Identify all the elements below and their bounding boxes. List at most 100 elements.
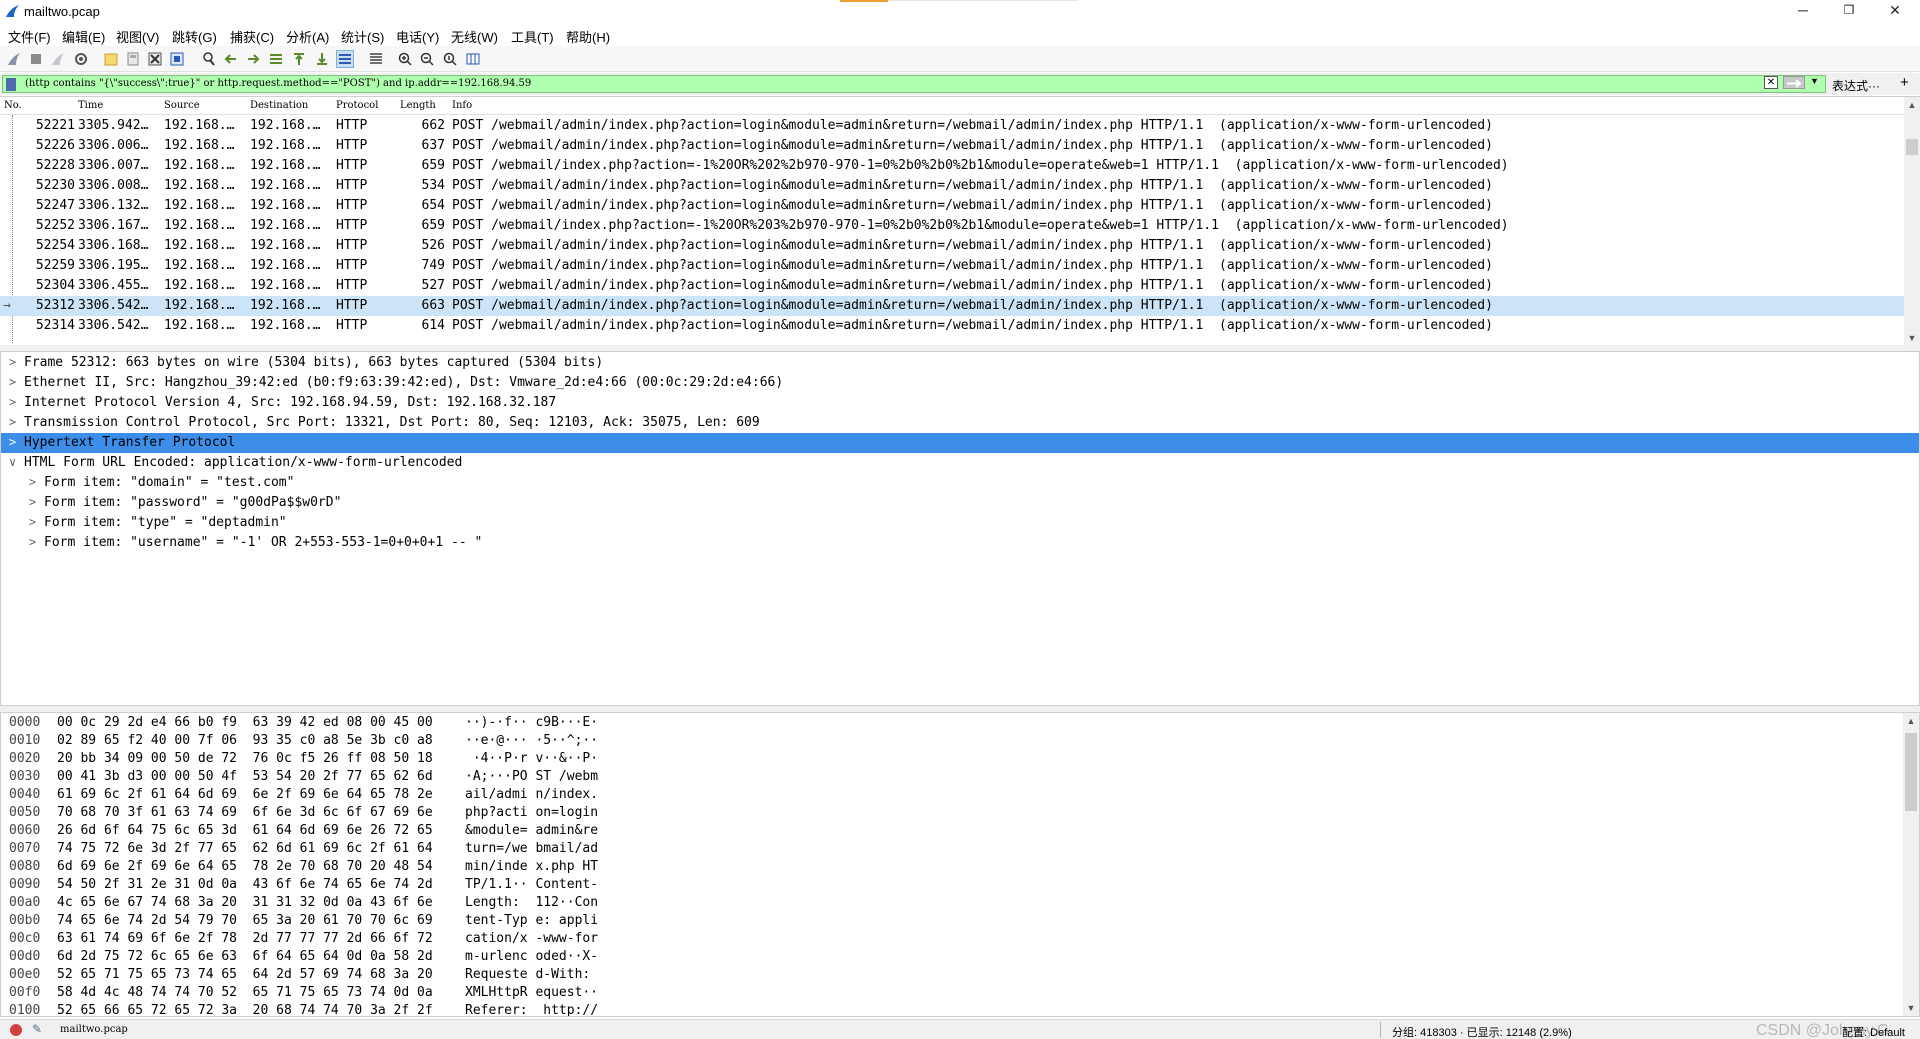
tree-child-item[interactable]: > Form item: "domain" = "test.com" <box>1 473 1919 493</box>
scroll-thumb[interactable] <box>1905 733 1917 811</box>
tree-protocol-item[interactable]: > Frame 52312: 663 bytes on wire (5304 bi… <box>1 353 1919 373</box>
menu-telephony[interactable]: 电话(Y) <box>396 27 439 46</box>
packet-row[interactable]: 52254 3306.168… 192.168.… 192.168.… HTTP 526 P… <box>0 236 1904 256</box>
restart-icon[interactable] <box>49 50 67 68</box>
tree-protocol-item[interactable]: > Hypertext Transfer Protocol <box>1 433 1919 453</box>
bytes-scrollbar[interactable]: ▲ ▼ <box>1903 713 1919 1016</box>
cell-source: 192.168.… <box>164 158 235 173</box>
minimize-button[interactable]: ─ <box>1780 0 1826 22</box>
packet-row[interactable]: 52259 3306.195… 192.168.… 192.168.… HTTP 749 P… <box>0 256 1904 276</box>
add-filter-button[interactable]: + <box>1900 74 1909 91</box>
tree-child-item[interactable]: > Form item: "username" = "-1' OR 2+553-5… <box>1 533 1919 553</box>
close-button[interactable]: ✕ <box>1872 0 1918 22</box>
expand-arrow-icon[interactable]: > <box>9 415 16 429</box>
packet-row[interactable]: → 52312 3306.542… 192.168.… 192.168.… HTTP 663… <box>0 296 1904 316</box>
expand-arrow-icon[interactable]: > <box>9 395 16 409</box>
expand-arrow-icon[interactable]: > <box>9 435 16 449</box>
column-header-length[interactable]: Length <box>400 100 436 111</box>
collapse-arrow-icon[interactable]: ∨ <box>9 455 16 469</box>
menu-file[interactable]: 文件(F) <box>8 27 51 46</box>
expand-arrow-icon[interactable]: > <box>9 355 16 369</box>
filter-expression-text[interactable]: (http contains "{\"success\":true}" or h… <box>25 78 531 89</box>
tree-protocol-item[interactable]: > Transmission Control Protocol, Src Port… <box>1 413 1919 433</box>
packet-row[interactable]: 52252 3306.167… 192.168.… 192.168.… HTTP 659 P… <box>0 216 1904 236</box>
expand-arrow-icon[interactable]: > <box>29 535 36 549</box>
restore-button[interactable]: ❐ <box>1826 0 1872 22</box>
colorize-icon[interactable] <box>367 50 385 68</box>
edit-comment-icon[interactable]: ✎ <box>32 1022 42 1036</box>
autoscroll-icon[interactable] <box>336 50 354 68</box>
tree-protocol-item[interactable]: ∨ HTML Form URL Encoded: application/x-ww… <box>1 453 1919 473</box>
resize-columns-icon[interactable] <box>464 50 482 68</box>
expand-arrow-icon[interactable]: > <box>29 515 36 529</box>
hex-ascii: turn=/we bmail/ad <box>465 841 599 856</box>
goto-packet-icon[interactable] <box>267 50 285 68</box>
packet-row[interactable]: 52228 3306.007… 192.168.… 192.168.… HTTP 659 P… <box>0 156 1904 176</box>
tree-protocol-item[interactable]: > Internet Protocol Version 4, Src: 192.1… <box>1 393 1919 413</box>
filter-history-dropdown[interactable]: ▼ <box>1810 76 1819 86</box>
apply-filter-arrow-icon[interactable] <box>1783 76 1805 89</box>
column-header-no[interactable]: No. <box>4 100 22 111</box>
cell-time: 3306.195… <box>78 258 149 273</box>
packet-row[interactable]: 52230 3306.008… 192.168.… 192.168.… HTTP 534 P… <box>0 176 1904 196</box>
options-gear-icon[interactable] <box>72 50 90 68</box>
tree-child-item[interactable]: > Form item: "password" = "g00dPa$$w0rD" <box>1 493 1919 513</box>
menu-tools[interactable]: 工具(T) <box>511 27 554 46</box>
save-file-icon[interactable] <box>124 50 142 68</box>
expand-arrow-icon[interactable]: > <box>29 475 36 489</box>
packet-row[interactable]: 52226 3306.006… 192.168.… 192.168.… HTTP 637 P… <box>0 136 1904 156</box>
hex-ascii: min/inde x.php HT <box>465 859 599 874</box>
menu-edit[interactable]: 编辑(E) <box>62 27 105 46</box>
cell-length: 663 <box>421 298 445 313</box>
scroll-up-icon[interactable]: ▲ <box>1904 97 1920 113</box>
zoom-in-icon[interactable] <box>396 50 414 68</box>
back-arrow-icon[interactable] <box>222 50 240 68</box>
expression-button[interactable]: 表达式··· <box>1832 77 1880 94</box>
expert-info-icon[interactable] <box>10 1024 22 1036</box>
scroll-thumb[interactable] <box>1906 139 1918 155</box>
menu-analyze[interactable]: 分析(A) <box>286 27 329 46</box>
zoom-out-icon[interactable] <box>418 50 436 68</box>
packet-row[interactable]: 52221 3305.942… 192.168.… 192.168.… HTTP 662 P… <box>0 116 1904 136</box>
menu-statistics[interactable]: 统计(S) <box>341 27 384 46</box>
shark-fin-start-icon[interactable] <box>5 50 23 68</box>
clear-filter-icon[interactable]: ✕ <box>1764 76 1778 89</box>
tree-child-item[interactable]: > Form item: "type" = "deptadmin" <box>1 513 1919 533</box>
packet-row[interactable]: 52304 3306.455… 192.168.… 192.168.… HTTP 527 P… <box>0 276 1904 296</box>
bookmark-icon[interactable] <box>6 78 16 91</box>
packet-row[interactable]: 52314 3306.542… 192.168.… 192.168.… HTTP 614 P… <box>0 316 1904 336</box>
display-filter-input[interactable]: (http contains "{\"success\":true}" or h… <box>2 75 1826 93</box>
last-packet-icon[interactable] <box>313 50 331 68</box>
scroll-up-icon[interactable]: ▲ <box>1903 713 1919 729</box>
column-header-source[interactable]: Source <box>164 100 200 111</box>
menu-wireless[interactable]: 无线(W) <box>451 27 498 46</box>
cell-no: 52221 <box>35 118 75 133</box>
scroll-down-icon[interactable]: ▼ <box>1903 1000 1919 1016</box>
stop-icon[interactable] <box>27 50 45 68</box>
reload-icon[interactable] <box>168 50 186 68</box>
column-header-protocol[interactable]: Protocol <box>336 100 378 111</box>
close-file-icon[interactable] <box>146 50 164 68</box>
zoom-normal-icon[interactable] <box>441 50 459 68</box>
open-folder-icon[interactable] <box>102 50 120 68</box>
cell-protocol: HTTP <box>336 178 368 193</box>
first-packet-icon[interactable] <box>290 50 308 68</box>
cell-protocol: HTTP <box>336 218 368 233</box>
packet-row[interactable]: 52247 3306.132… 192.168.… 192.168.… HTTP 654 P… <box>0 196 1904 216</box>
find-icon[interactable] <box>200 50 218 68</box>
status-profile[interactable]: 配置: Default <box>1842 1024 1905 1039</box>
expand-arrow-icon[interactable]: > <box>9 375 16 389</box>
column-header-destination[interactable]: Destination <box>250 100 308 111</box>
column-header-time[interactable]: Time <box>78 100 103 111</box>
expand-arrow-icon[interactable]: > <box>29 495 36 509</box>
forward-arrow-icon[interactable] <box>244 50 262 68</box>
menu-capture[interactable]: 捕获(C) <box>230 27 274 46</box>
menu-view[interactable]: 视图(V) <box>116 27 159 46</box>
scroll-down-icon[interactable]: ▼ <box>1904 330 1920 345</box>
cell-info: POST /webmail/admin/index.php?action=log… <box>452 198 1493 213</box>
column-header-info[interactable]: Info <box>452 100 472 111</box>
packet-list-scrollbar[interactable]: ▲ ▼ <box>1904 97 1920 345</box>
menu-go[interactable]: 跳转(G) <box>172 27 217 46</box>
menu-help[interactable]: 帮助(H) <box>566 27 610 46</box>
tree-protocol-item[interactable]: > Ethernet II, Src: Hangzhou_39:42:ed (b0… <box>1 373 1919 393</box>
